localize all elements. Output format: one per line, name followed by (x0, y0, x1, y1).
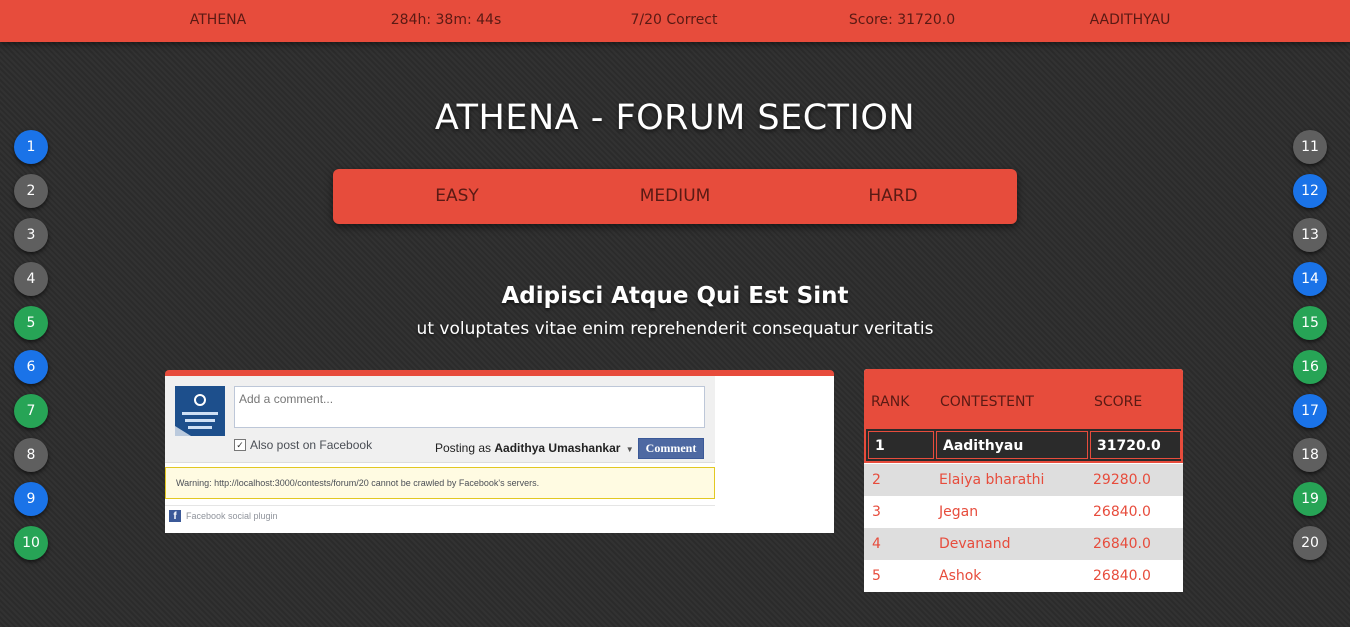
comment-card: Add a comment... ✓ Also post on Facebook… (165, 370, 834, 533)
facebook-icon: f (169, 510, 181, 522)
question-button-9[interactable]: 9 (14, 482, 48, 516)
leaderboard-current-user-row: 1 Aadithyau 31720.0 (864, 427, 1183, 463)
score-cell: 29280.0 (1093, 472, 1151, 488)
correct-count: 7/20 Correct (630, 12, 718, 28)
question-button-11[interactable]: 11 (1293, 130, 1327, 164)
table-row: 2 Elaiya bharathi 29280.0 (864, 464, 1183, 496)
also-post-option[interactable]: ✓ Also post on Facebook (234, 438, 372, 452)
question-button-16[interactable]: 16 (1293, 350, 1327, 384)
checkbox-checked-icon[interactable]: ✓ (234, 439, 246, 451)
current-name: Aadithyau (936, 431, 1088, 459)
username[interactable]: AADITHYAU (1090, 12, 1171, 28)
posting-as-name: Aadithya Umashankar (494, 441, 621, 455)
table-row: 5 Ashok 26840.0 (864, 560, 1183, 592)
question-button-6[interactable]: 6 (14, 350, 48, 384)
table-row: 3 Jegan 26840.0 (864, 496, 1183, 528)
facebook-footer[interactable]: f Facebook social plugin (169, 510, 278, 522)
comment-composer: Add a comment... ✓ Also post on Facebook… (165, 376, 715, 463)
question-button-14[interactable]: 14 (1293, 262, 1327, 296)
question-button-4[interactable]: 4 (14, 262, 48, 296)
question-button-7[interactable]: 7 (14, 394, 48, 428)
question-button-19[interactable]: 19 (1293, 482, 1327, 516)
header-contestant: CONTESTENT (940, 394, 1034, 410)
facebook-comments-plugin: Add a comment... ✓ Also post on Facebook… (165, 376, 715, 533)
question-button-5[interactable]: 5 (14, 306, 48, 340)
question-subtitle: ut voluptates vitae enim reprehenderit c… (416, 319, 934, 339)
score-cell: 26840.0 (1093, 536, 1151, 552)
question-button-2[interactable]: 2 (14, 174, 48, 208)
question-button-13[interactable]: 13 (1293, 218, 1327, 252)
header-rank: RANK (871, 394, 910, 410)
question-button-1[interactable]: 1 (14, 130, 48, 164)
current-score: 31720.0 (1090, 431, 1181, 459)
question-button-3[interactable]: 3 (14, 218, 48, 252)
posting-as[interactable]: Posting as Aadithya Umashankar ▼ (435, 441, 634, 455)
question-button-17[interactable]: 17 (1293, 394, 1327, 428)
countdown-timer: 284h: 38m: 44s (390, 12, 502, 28)
tab-hard[interactable]: HARD (868, 186, 917, 206)
posting-as-prefix: Posting as (435, 441, 492, 455)
name-cell: Ashok (939, 568, 982, 584)
question-button-18[interactable]: 18 (1293, 438, 1327, 472)
question-button-8[interactable]: 8 (14, 438, 48, 472)
page-title: ATHENA - FORUM SECTION (434, 98, 916, 138)
also-post-label: Also post on Facebook (250, 438, 373, 452)
rank-cell: 5 (872, 568, 881, 584)
tab-medium[interactable]: MEDIUM (640, 186, 711, 206)
contest-name: ATHENA (189, 12, 247, 28)
name-cell: Jegan (939, 504, 979, 520)
leaderboard: RANK CONTESTENT SCORE 1 Aadithyau 31720.… (864, 369, 1183, 592)
avatar (175, 386, 225, 436)
leaderboard-header: RANK CONTESTENT SCORE (864, 369, 1183, 427)
question-button-10[interactable]: 10 (14, 526, 48, 560)
question-title: Adipisci Atque Qui Est Sint (501, 283, 849, 309)
caret-down-icon: ▼ (625, 445, 634, 454)
divider (165, 505, 715, 506)
question-button-20[interactable]: 20 (1293, 526, 1327, 560)
current-rank: 1 (868, 431, 934, 459)
top-status-bar: ATHENA 284h: 38m: 44s 7/20 Correct Score… (0, 0, 1350, 42)
footer-label: Facebook social plugin (186, 511, 278, 521)
name-cell: Devanand (939, 536, 1011, 552)
crawl-warning: Warning: http://localhost:3000/contests/… (165, 467, 715, 499)
score-cell: 26840.0 (1093, 504, 1151, 520)
rank-cell: 2 (872, 472, 881, 488)
tab-easy[interactable]: EASY (435, 186, 479, 206)
comment-input[interactable]: Add a comment... (234, 386, 705, 428)
rank-cell: 4 (872, 536, 881, 552)
difficulty-tabs: EASY MEDIUM HARD (333, 169, 1017, 224)
table-row: 4 Devanand 26840.0 (864, 528, 1183, 560)
name-cell: Elaiya bharathi (939, 472, 1045, 488)
comment-button[interactable]: Comment (638, 438, 704, 459)
question-button-15[interactable]: 15 (1293, 306, 1327, 340)
question-button-12[interactable]: 12 (1293, 174, 1327, 208)
score-cell: 26840.0 (1093, 568, 1151, 584)
rank-cell: 3 (872, 504, 881, 520)
header-score: SCORE (1094, 394, 1143, 410)
score-display: Score: 31720.0 (848, 12, 956, 28)
